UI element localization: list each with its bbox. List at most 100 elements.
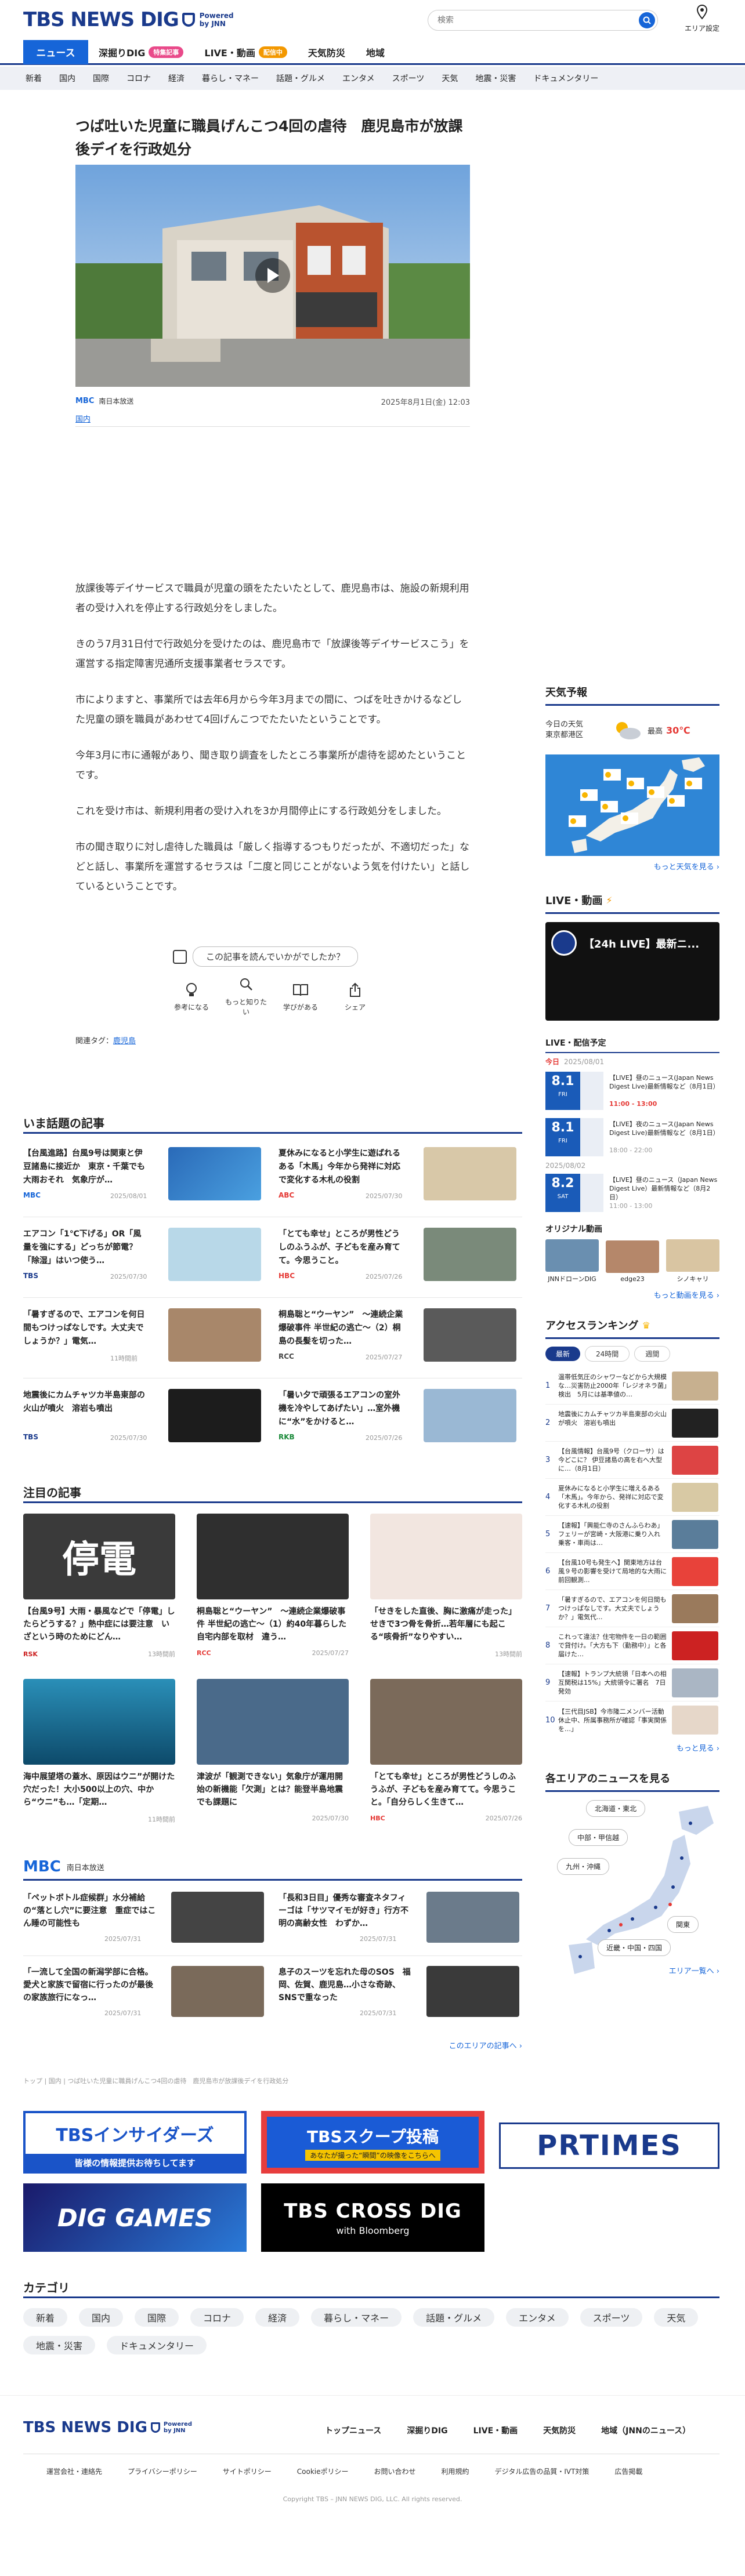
- ranking-tab-week[interactable]: 週間: [634, 1346, 671, 1362]
- tab-live[interactable]: LIVE・動画 配信中: [194, 40, 297, 64]
- footer-logo[interactable]: TBS NEWS DIG Powered by JNN: [23, 2419, 192, 2436]
- ranking-item[interactable]: 4 夏休みになると小学生に増えるある「木馬」。今年から、発祥に対応で変化する木札の…: [545, 1479, 719, 1516]
- more-video-link[interactable]: もっと動画を見る ›: [545, 1289, 719, 1300]
- tab-dig[interactable]: 深掘りDIG 特集記事: [88, 40, 194, 64]
- category-tag[interactable]: 暮らし・マネー: [311, 2308, 402, 2327]
- footer-link[interactable]: プライバシーポリシー: [128, 2466, 197, 2476]
- ranking-item[interactable]: 6 【台風10号も発生へ】関東地方は台風９号の影響を受けて局地的な大雨に 前回観測…: [545, 1553, 719, 1590]
- category-tag[interactable]: 経済: [255, 2308, 300, 2327]
- local-card[interactable]: 「一流して全国の新潟学部に合格。愛犬と家族で留宿に行ったのが最後の家族旅行になっ…: [23, 1966, 267, 2021]
- footer-link[interactable]: Cookieポリシー: [297, 2466, 349, 2476]
- category-tag[interactable]: ドキュメンタリー: [107, 2336, 207, 2354]
- reaction-helpful[interactable]: 参考になる: [168, 982, 215, 1012]
- news-card[interactable]: 「暑すぎるので、エアコンを何日間もつけっぱなしです。大丈夫でしょうか？」電気… …: [23, 1308, 270, 1366]
- weather-today[interactable]: 今日の天気 東京都港区 最高 30℃: [545, 714, 719, 746]
- footer-link[interactable]: デジタル広告の品質・IVT対策: [495, 2466, 590, 2476]
- footer-nav-item[interactable]: 天気防災: [543, 2425, 576, 2436]
- play-button[interactable]: [255, 258, 290, 293]
- related-tag[interactable]: 鹿児島: [113, 1035, 136, 1046]
- category-tag[interactable]: 話題・グルメ: [413, 2308, 495, 2327]
- catnav-item[interactable]: コロナ: [126, 72, 151, 84]
- ranking-tab-24h[interactable]: 24時間: [585, 1346, 630, 1362]
- ranking-item[interactable]: 3 【台風情報】台風9号（クローサ）は今どこに？ 伊豆諸島の高を右へ大型に…（8月…: [545, 1442, 719, 1479]
- area-btn-chubu[interactable]: 中部・甲信越: [569, 1829, 628, 1846]
- feature-card[interactable]: 海中展望塔の蓋水、原因はウニ”が開けた穴だった！大小500以上の穴、中から“ウニ…: [23, 1679, 175, 1824]
- ranking-more-link[interactable]: もっと見る ›: [545, 1742, 719, 1753]
- ranking-item[interactable]: 7 「暑すぎるので、エアコンを何日間もつけっぱなしです。大丈夫でしょうか？」電気代…: [545, 1590, 719, 1627]
- local-card[interactable]: 「ペットボトル症候群」水分補給の“落とし穴”に要注意 重症ではこん睡の可能性も …: [23, 1892, 267, 1947]
- schedule-item[interactable]: 8.1 FRI 【LIVE】昼のニュース(Japan News Digest L…: [545, 1070, 719, 1112]
- ranking-item[interactable]: 1 温帯低気圧のシャワーなどから大規模な…災害防止2000年「レジオネラ菌」検出 …: [545, 1367, 719, 1405]
- area-btn-hokkaido[interactable]: 北海道・東北: [586, 1800, 646, 1817]
- feature-card[interactable]: 「せきをした直後、胸に激痛が走った」せきで3つ骨を骨折…若年層にも起こる“咳骨折…: [370, 1514, 522, 1659]
- category-tag[interactable]: 国内: [79, 2308, 124, 2327]
- ranking-item[interactable]: 9 【速報】トランプ大統領「日本への相互関税は15%」大統領令に署名 7日発効: [545, 1664, 719, 1701]
- banner-insiders[interactable]: TBSインサイダーズ 皆様の情報提供お待ちしてます: [23, 2111, 247, 2174]
- news-card[interactable]: エアコン「1℃下げる」OR「風量を強にする」どっちが節電？「除湿」はいつ使う… …: [23, 1228, 270, 1286]
- tab-region[interactable]: 地域: [356, 40, 395, 64]
- news-card[interactable]: 「とても幸せ」ところが男性どうしのふうふが、子どもを産み育てて。今思うこと。 H…: [279, 1228, 525, 1286]
- footer-nav-item[interactable]: トップニュース: [325, 2425, 381, 2436]
- news-card[interactable]: 「暑い夕で頑張るエアコンの室外機を冷やしてあげたい」…室外機に“水”をかけると……: [279, 1389, 525, 1447]
- banner-crossdig[interactable]: TBS CROSS DIG with Bloomberg: [261, 2183, 484, 2252]
- footer-link[interactable]: 運営会社・連絡先: [46, 2466, 102, 2476]
- feature-card[interactable]: 桐島聡と“ウーヤン” 〜連続企業爆破事件 半世紀の逃亡〜（1）約40年暮らした自…: [197, 1514, 349, 1657]
- category-tag[interactable]: 国際: [135, 2308, 179, 2327]
- banner-scoop[interactable]: TBSスクープ投稿 あなたが撮った“瞬間”の映像をこちらへ: [261, 2111, 484, 2174]
- banner-prtimes[interactable]: PRTIMES: [499, 2123, 719, 2169]
- reaction-share[interactable]: シェア: [332, 982, 378, 1012]
- catnav-item[interactable]: スポーツ: [392, 72, 425, 84]
- footer-nav-item[interactable]: 深掘りDIG: [407, 2425, 447, 2436]
- live-player[interactable]: 【24h LIVE】最新ニ...: [545, 922, 719, 1021]
- site-logo[interactable]: TBS NEWS DIG Powered by JNN: [23, 8, 234, 31]
- ranking-item[interactable]: 10 【三代目JSB】今市隆二メンバー活動休止中、所属事務所が確認「事実関係を…」: [545, 1701, 719, 1739]
- search-input[interactable]: [437, 16, 629, 25]
- article-category[interactable]: 国内: [75, 413, 91, 424]
- catnav-item[interactable]: ドキュメンタリー: [533, 72, 598, 84]
- banner-games[interactable]: DIG GAMES: [23, 2183, 247, 2252]
- original-item[interactable]: シノキャリ: [666, 1239, 719, 1283]
- category-tag[interactable]: 天気: [654, 2308, 699, 2327]
- reaction-learn[interactable]: 学びがある: [277, 982, 324, 1012]
- feature-card[interactable]: 停電 【台風9号】大雨・暴風などで「停電」したらどうする？」熱中症には要注意 い…: [23, 1514, 175, 1659]
- news-card[interactable]: 地震後にカムチャツカ半島東部の火山が噴火 溶岩も噴出 TBS 2025/07/3…: [23, 1389, 270, 1447]
- ranking-item[interactable]: 5 【速報】「興能仁寺のさんふらわあ」フェリーが宮崎・大阪港に乗り入れ 乗客・車両…: [545, 1516, 719, 1553]
- catnav-item[interactable]: エンタメ: [342, 72, 375, 84]
- article-hero-video[interactable]: [75, 165, 470, 387]
- tab-weather[interactable]: 天気防災: [298, 40, 356, 64]
- search-button[interactable]: [639, 12, 655, 28]
- feature-card[interactable]: 「とても幸せ」ところが男性どうしのふうふが、子どもを産み育てて。今思うこと。「自…: [370, 1679, 522, 1822]
- reaction-more[interactable]: もっと知りたい: [223, 977, 269, 1017]
- area-btn-kanto[interactable]: 関東: [667, 1916, 699, 1933]
- local-card[interactable]: 息子のスーツを忘れた母のSOS 福岡、佐賀、鹿児島…小さな奇跡、SNSで重なった…: [279, 1966, 522, 2021]
- category-tag[interactable]: 地震・災害: [23, 2336, 96, 2354]
- schedule-item[interactable]: 8.1 FRI 【LIVE】夜のニュース(Japan News Digest L…: [545, 1116, 719, 1158]
- category-tag[interactable]: エンタメ: [506, 2308, 569, 2327]
- footer-link[interactable]: お問い合わせ: [374, 2466, 416, 2476]
- original-item[interactable]: JNNドローンDIG: [545, 1239, 599, 1283]
- footer-link[interactable]: 広告掲載: [614, 2466, 642, 2476]
- tab-news[interactable]: ニュース: [23, 39, 88, 64]
- footer-link[interactable]: サイトポリシー: [223, 2466, 272, 2476]
- catnav-item[interactable]: 経済: [168, 72, 185, 84]
- category-tag[interactable]: コロナ: [190, 2308, 244, 2327]
- catnav-item[interactable]: 天気: [442, 72, 458, 84]
- catnav-item[interactable]: 国内: [59, 72, 75, 84]
- area-setting[interactable]: エリア設定: [679, 4, 725, 33]
- catnav-item[interactable]: 話題・グルメ: [276, 72, 325, 84]
- category-tag[interactable]: 新着: [23, 2308, 68, 2327]
- footer-link[interactable]: 利用規約: [442, 2466, 469, 2476]
- catnav-item[interactable]: 国際: [93, 72, 109, 84]
- catnav-item[interactable]: 新着: [26, 72, 42, 84]
- feature-card[interactable]: 津波が「観測できない」気象庁が運用開始の新機能「欠測」とは？能登半島地震でも課題…: [197, 1679, 349, 1822]
- news-card[interactable]: 桐島聡と“ウーヤン” 〜連続企業爆破事件 半世紀の逃亡〜（2）桐島の長髪を切った…: [279, 1308, 525, 1366]
- ranking-item[interactable]: 2 地震後にカムチャツカ半島東部の火山が噴火 溶岩も噴出: [545, 1405, 719, 1442]
- ranking-item[interactable]: 8 これって違法？住宅物件を一日の範囲で貸付け。「大方も下（勤務中）」と各届けた…: [545, 1627, 719, 1664]
- article-source[interactable]: MBC 南日本放送: [75, 396, 133, 406]
- original-item[interactable]: edge23: [606, 1240, 659, 1283]
- weather-more-link[interactable]: もっと天気を見る ›: [545, 861, 719, 872]
- news-card[interactable]: 夏休みになると小学生に遊ばれるある「木馬」今年から発祥に対応で変化する木札の役割…: [279, 1147, 525, 1205]
- local-more-link[interactable]: このエリアの記事へ ›: [406, 2040, 522, 2051]
- category-tag[interactable]: スポーツ: [580, 2308, 643, 2327]
- area-btn-kyushu[interactable]: 九州・沖縄: [557, 1858, 610, 1875]
